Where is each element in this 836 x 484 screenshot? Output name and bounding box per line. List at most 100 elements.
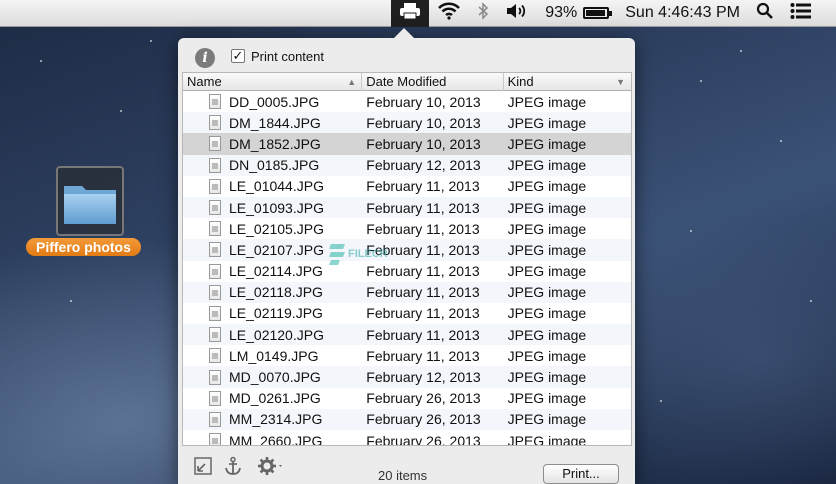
cell-kind: JPEG image <box>507 114 587 131</box>
table-row[interactable]: DN_0185.JPG February 12, 2013 JPEG image <box>183 154 631 176</box>
popover-footer: 20 items Print... <box>178 448 635 484</box>
file-name: LM_0149.JPG <box>229 347 319 364</box>
cell-kind: JPEG image <box>507 411 587 428</box>
jpeg-file-icon <box>209 115 221 131</box>
table-row[interactable]: LE_02114.JPG February 11, 2013 JPEG image <box>183 261 631 282</box>
jpeg-file-icon <box>209 221 221 237</box>
jpeg-file-icon <box>209 348 221 364</box>
file-name: DD_0005.JPG <box>229 93 320 110</box>
print-content-checkbox[interactable]: ✓ <box>231 49 245 63</box>
cell-date-modified: February 11, 2013 <box>366 326 480 343</box>
table-row[interactable]: MM_2314.JPG February 26, 2013 JPEG image <box>183 408 631 430</box>
table-row[interactable]: MD_0070.JPG February 12, 2013 JPEG image <box>183 366 631 388</box>
file-name: LE_02114.JPG <box>229 263 323 280</box>
print-content-label: Print content <box>251 49 324 64</box>
cell-date-modified: February 10, 2013 <box>366 114 481 131</box>
spotlight-menu[interactable] <box>748 0 782 27</box>
jpeg-file-icon <box>209 433 221 445</box>
table-row[interactable]: DM_1852.JPG February 10, 2013 JPEG image <box>183 133 631 155</box>
volume-menu[interactable] <box>497 0 537 27</box>
table-row[interactable]: LE_02107.JPG February 11, 2013 JPEG image <box>183 239 631 261</box>
file-name: MD_0261.JPG <box>229 390 321 407</box>
notification-center-icon <box>790 2 812 25</box>
file-name: MM_2314.JPG <box>229 411 323 428</box>
table-row[interactable]: MM_2660.JPG February 26, 2013 JPEG image <box>183 430 631 445</box>
resize-icon[interactable] <box>192 455 214 477</box>
table-row[interactable]: MD_0261.JPG February 26, 2013 JPEG image <box>183 388 631 409</box>
jpeg-file-icon <box>209 411 221 427</box>
table-row[interactable]: DD_0005.JPG February 10, 2013 JPEG image <box>183 91 631 112</box>
notification-center-menu[interactable] <box>782 0 820 27</box>
cell-date-modified: February 10, 2013 <box>366 135 481 152</box>
jpeg-file-icon <box>209 327 221 343</box>
anchor-icon[interactable] <box>222 455 244 477</box>
folder-icon <box>64 186 116 224</box>
watermark: FILECR <box>329 242 388 266</box>
battery-menu[interactable]: 93% <box>537 0 617 27</box>
jpeg-file-icon <box>209 157 221 173</box>
jpeg-file-icon <box>209 284 221 300</box>
file-name: LE_01093.JPG <box>229 199 324 216</box>
jpeg-file-icon <box>209 178 221 194</box>
wifi-menu[interactable] <box>429 0 469 27</box>
column-header-name[interactable]: Name ▲ <box>183 73 363 91</box>
print-button[interactable]: Print... <box>543 464 619 484</box>
gear-icon[interactable] <box>256 455 286 477</box>
jpeg-file-icon <box>209 263 221 279</box>
table-row[interactable]: DM_1844.JPG February 10, 2013 JPEG image <box>183 112 631 134</box>
jpeg-file-icon <box>209 242 221 258</box>
info-icon[interactable]: i <box>195 48 215 68</box>
cell-name: LE_01093.JPG <box>183 200 362 216</box>
battery-icon <box>583 7 613 19</box>
folder-label[interactable]: Piffero photos <box>26 238 141 256</box>
cell-date-modified: February 26, 2013 <box>366 432 481 445</box>
cell-date-modified: February 10, 2013 <box>366 93 481 110</box>
table-row[interactable]: LE_02120.JPG February 11, 2013 JPEG image <box>183 324 631 346</box>
cell-date-modified: February 26, 2013 <box>366 411 481 428</box>
cell-name: DM_1852.JPG <box>183 136 362 152</box>
table-row[interactable]: LE_02119.JPG February 11, 2013 JPEG image <box>183 303 631 324</box>
cell-date-modified: February 11, 2013 <box>366 178 480 195</box>
cell-name: LE_02118.JPG <box>183 284 362 300</box>
cell-name: MD_0070.JPG <box>183 369 362 385</box>
jpeg-file-icon <box>209 305 221 321</box>
cell-date-modified: February 11, 2013 <box>366 199 480 216</box>
bluetooth-menu[interactable] <box>469 0 497 27</box>
table-header: Name ▲ Date Modified Kind ▼ <box>183 73 631 91</box>
cell-name: LE_02119.JPG <box>183 305 362 321</box>
clock-menu[interactable]: Sun 4:46:43 PM <box>617 0 748 27</box>
watermark-logo <box>329 242 345 266</box>
file-name: LE_02119.JPG <box>229 305 323 322</box>
cell-name: LE_02105.JPG <box>183 221 362 237</box>
wifi-icon <box>437 2 461 25</box>
table-row[interactable]: LE_01093.JPG February 11, 2013 JPEG image <box>183 196 631 219</box>
file-name: LE_02107.JPG <box>229 241 324 258</box>
table-row[interactable]: LM_0149.JPG February 11, 2013 JPEG image <box>183 345 631 366</box>
popover-header: i ✓ Print content <box>178 38 635 72</box>
printer-menu-extra[interactable] <box>391 0 430 27</box>
print-popover: i ✓ Print content Name ▲ Date Modified K… <box>178 28 635 484</box>
items-count: 20 items <box>378 468 428 483</box>
file-name: MD_0070.JPG <box>229 369 321 386</box>
cell-kind: JPEG image <box>507 93 587 110</box>
cell-kind: JPEG image <box>507 157 587 174</box>
cell-date-modified: February 11, 2013 <box>366 305 480 322</box>
cell-name: DM_1844.JPG <box>183 115 362 131</box>
cell-kind: JPEG image <box>507 326 587 343</box>
column-header-date-modified[interactable]: Date Modified <box>362 73 504 91</box>
column-menu-chevron-icon: ▼ <box>616 77 626 87</box>
jpeg-file-icon <box>209 369 221 385</box>
jpeg-file-icon <box>209 200 221 216</box>
jpeg-file-icon <box>209 136 221 152</box>
cell-name: LM_0149.JPG <box>183 348 362 364</box>
cell-kind: JPEG image <box>507 199 587 216</box>
cell-name: MD_0261.JPG <box>183 390 362 406</box>
table-row[interactable]: LE_02118.JPG February 11, 2013 JPEG image <box>183 281 631 303</box>
table-row[interactable]: LE_01044.JPG February 11, 2013 JPEG image <box>183 176 631 197</box>
cell-kind: JPEG image <box>507 220 587 237</box>
spotlight-search-icon <box>756 2 774 25</box>
table-row[interactable]: LE_02105.JPG February 11, 2013 JPEG image <box>183 218 631 239</box>
column-header-kind[interactable]: Kind ▼ <box>504 73 631 91</box>
file-name: DN_0185.JPG <box>229 157 320 174</box>
column-header-date-label: Date Modified <box>366 74 447 89</box>
